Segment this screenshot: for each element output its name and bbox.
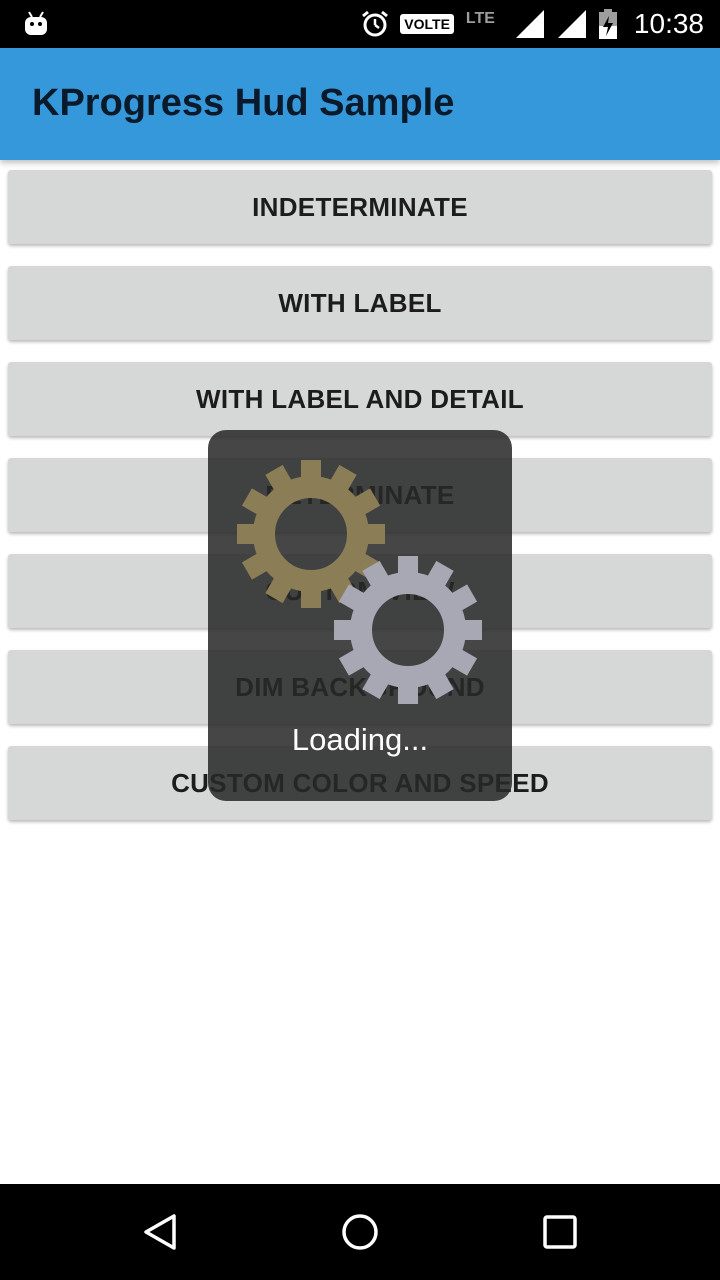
silver-gear-icon — [334, 556, 482, 704]
app-title: KProgress Hud Sample — [32, 82, 455, 124]
indeterminate-button[interactable]: INDETERMINATE — [8, 170, 712, 244]
network-type: LTE — [465, 10, 495, 27]
gold-gear-icon — [237, 460, 385, 608]
back-icon[interactable] — [140, 1212, 180, 1252]
gears-icon — [237, 460, 482, 704]
navigation-bar — [0, 1184, 720, 1280]
volte-badge: VOLTE — [400, 14, 454, 34]
with-label-and-detail-button[interactable]: WITH LABEL AND DETAIL — [8, 362, 712, 436]
status-bar: VOLTE LTE 10:38 — [0, 0, 720, 48]
alarm-icon — [362, 10, 389, 37]
android-icon — [25, 11, 47, 35]
lte-indicator: LTE — [464, 4, 504, 44]
progress-hud: Loading... — [208, 430, 512, 801]
with-label-button[interactable]: WITH LABEL — [8, 266, 712, 340]
app-bar: KProgress Hud Sample — [0, 48, 720, 160]
hud-label: Loading... — [291, 722, 429, 757]
signal-icon — [515, 10, 544, 38]
clock-time: 10:38 — [633, 8, 704, 39]
signal-icon — [557, 10, 586, 38]
battery-icon — [598, 9, 617, 39]
recents-icon[interactable] — [540, 1212, 580, 1252]
home-icon[interactable] — [340, 1212, 380, 1252]
